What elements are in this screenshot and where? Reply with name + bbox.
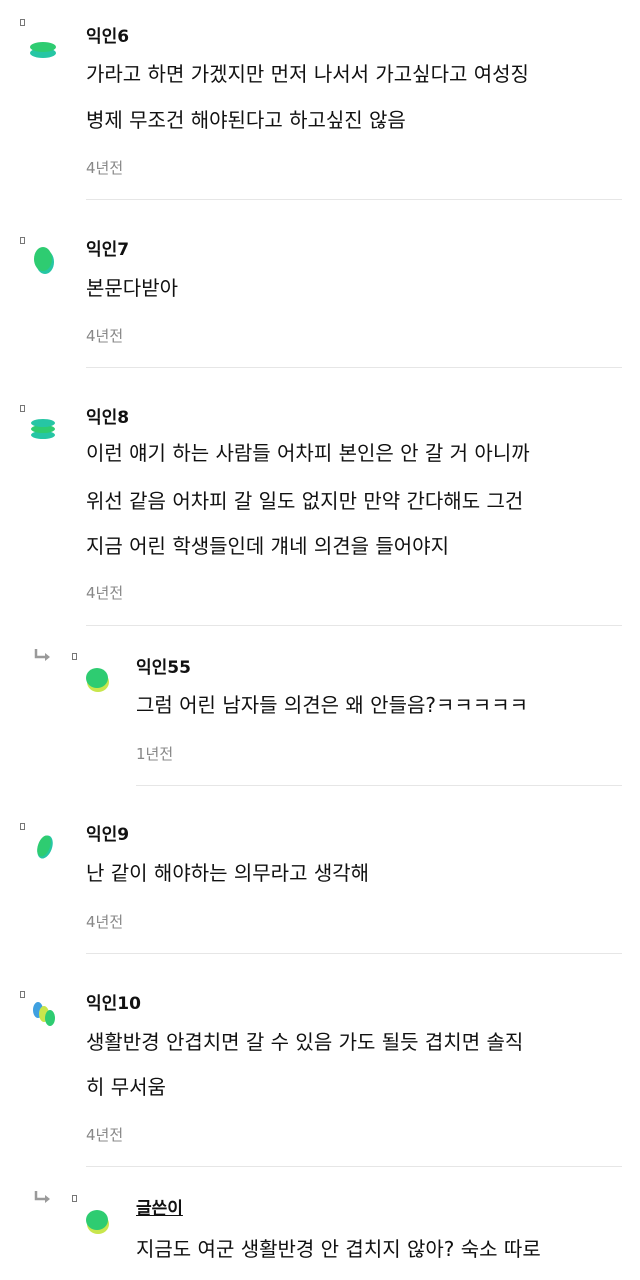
stacked-discs-icon — [30, 42, 56, 58]
select-checkbox[interactable] — [72, 653, 77, 660]
select-checkbox[interactable] — [20, 19, 25, 26]
nickname[interactable]: 익인10 — [86, 989, 141, 1014]
divider — [86, 1166, 622, 1167]
reply-item: 익인55 그럼 어린 남자들 의견은 왜 안들음?ㅋㅋㅋㅋㅋ 1년전 — [0, 626, 640, 786]
nickname[interactable]: 익인6 — [86, 22, 129, 47]
reply-arrow-icon — [34, 649, 50, 661]
coin-icon — [34, 247, 54, 274]
timestamp: 4년전 — [86, 913, 124, 931]
nickname[interactable]: 익인7 — [86, 235, 129, 260]
comment-line: 본문다받아 — [86, 276, 178, 300]
timestamp: 4년전 — [86, 159, 124, 177]
coin-icon — [86, 1210, 109, 1234]
comment-line: 히 무서움 — [86, 1075, 166, 1099]
comment-line: 위선 같음 어차피 갈 일도 없지만 만약 간다해도 그건 — [86, 489, 524, 513]
comment-line: 그럼 어린 남자들 의견은 왜 안들음?ㅋㅋㅋㅋㅋ — [136, 693, 529, 717]
triple-discs-icon — [31, 419, 55, 439]
timestamp: 4년전 — [86, 1126, 124, 1144]
multicolor-discs-icon — [33, 1002, 55, 1026]
divider — [86, 367, 622, 368]
comment-item: 익인10 생활반경 안겹치면 갈 수 있음 가도 될듯 겹치면 솔직 히 무서움… — [0, 954, 640, 1168]
tilted-coin-icon — [37, 835, 53, 859]
timestamp: 4년전 — [86, 327, 124, 345]
select-checkbox[interactable] — [20, 237, 25, 244]
comment-item: 익인6 가라고 하면 가겠지만 먼저 나서서 가고싶다고 여성징 병제 무조건 … — [0, 0, 640, 200]
comment-item: 익인7 본문다받아 4년전 — [0, 200, 640, 370]
comment-line: 난 같이 해야하는 의무라고 생각해 — [86, 861, 370, 885]
comment-line: 가라고 하면 가겠지만 먼저 나서서 가고싶다고 여성징 — [86, 62, 529, 86]
select-checkbox[interactable] — [20, 823, 25, 830]
nickname[interactable]: 익인55 — [136, 653, 191, 678]
select-checkbox[interactable] — [72, 1195, 77, 1202]
comment-item: 익인8 이런 얘기 하는 사람들 어차피 본인은 안 갈 거 아니까 위선 같음… — [0, 370, 640, 626]
nickname[interactable]: 익인8 — [86, 403, 129, 428]
author-nickname[interactable]: 글쓴이 — [136, 1194, 183, 1219]
timestamp: 4년전 — [86, 584, 124, 602]
comment-item: 익인9 난 같이 해야하는 의무라고 생각해 4년전 — [0, 786, 640, 954]
comment-line: 지금 어린 학생들인데 걔네 의견을 들어야지 — [86, 534, 449, 558]
comment-line: 지금도 여군 생활반경 안 겹치지 않아? 숙소 따로 — [136, 1237, 541, 1261]
select-checkbox[interactable] — [20, 405, 25, 412]
select-checkbox[interactable] — [20, 991, 25, 998]
nickname[interactable]: 익인9 — [86, 820, 129, 845]
reply-item: 글쓴이 지금도 여군 생활반경 안 겹치지 않아? 숙소 따로 — [0, 1168, 640, 1280]
comment-line: 이런 얘기 하는 사람들 어차피 본인은 안 갈 거 아니까 — [86, 441, 530, 465]
reply-arrow-icon — [34, 1191, 50, 1203]
timestamp: 1년전 — [136, 745, 174, 763]
comment-line: 병제 무조건 해야된다고 하고싶진 않음 — [86, 108, 406, 132]
coin-icon — [86, 668, 109, 692]
comment-line: 생활반경 안겹치면 갈 수 있음 가도 될듯 겹치면 솔직 — [86, 1030, 524, 1054]
